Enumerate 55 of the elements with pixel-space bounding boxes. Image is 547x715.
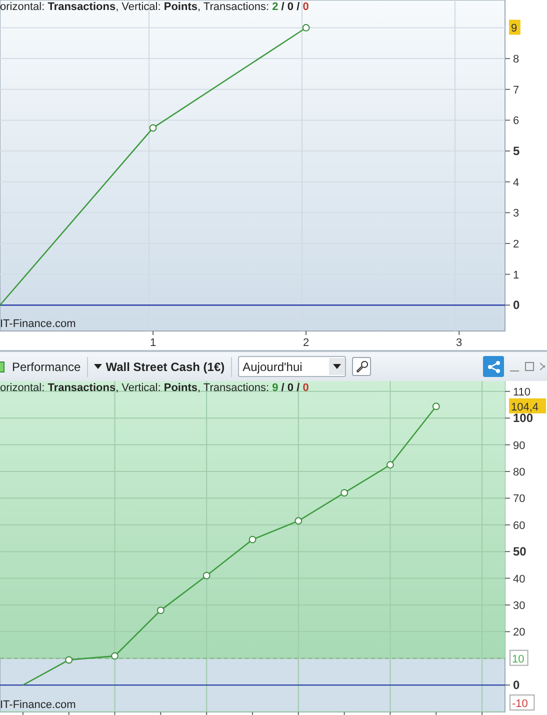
caret-icon: [332, 364, 341, 369]
axis-label: 3: [513, 208, 520, 220]
axis-label: 70: [513, 493, 526, 506]
axis-label: -10: [510, 694, 535, 710]
y-tick-label: -10: [512, 698, 528, 710]
axis-label: 100: [513, 411, 534, 426]
settings-button[interactable]: [352, 357, 371, 376]
axis-label: 4: [513, 176, 520, 189]
copyright-text: IT-Finance.com: [0, 698, 76, 712]
axis-label: 90: [513, 440, 526, 452]
value-label: 104,4: [509, 398, 546, 414]
data-point: [302, 24, 310, 32]
candlestick-icon: [0, 360, 6, 374]
axis-label: 60: [513, 520, 526, 532]
axis-label: 3: [456, 337, 462, 349]
axis-label: 5: [513, 144, 520, 158]
axis-label: 30: [513, 600, 526, 612]
axis-label: 40: [513, 573, 526, 586]
caret-icon: [94, 364, 102, 369]
data-point: [156, 606, 164, 614]
copyright-text: IT-Finance.com: [0, 317, 76, 331]
chart-type-label[interactable]: Performance: [12, 358, 81, 376]
axis-label: 2: [513, 238, 520, 250]
share-icon: [486, 360, 500, 374]
axis-label: 7: [513, 84, 520, 96]
axis-label: 1: [513, 269, 520, 282]
data-point: [386, 461, 394, 469]
axis-label: 10: [510, 650, 528, 666]
data-point: [432, 402, 440, 410]
data-point: [294, 517, 302, 525]
data-point: [111, 652, 118, 660]
axis-label: 2: [303, 337, 310, 349]
maximize-icon[interactable]: [525, 362, 534, 371]
axis-label: 50: [513, 544, 526, 559]
instrument-menu[interactable]: Wall Street Cash (1€): [94, 358, 225, 376]
axis-label: 0: [513, 298, 520, 312]
data-point: [65, 656, 73, 664]
axis-label: 6: [513, 115, 520, 128]
close-icon[interactable]: [540, 362, 545, 371]
axis-label: 110: [513, 386, 531, 398]
data-point: [149, 124, 157, 132]
data-point: [340, 489, 348, 497]
share-button[interactable]: [483, 356, 504, 377]
value-label: 9: [509, 20, 520, 35]
axis-label: 20: [513, 626, 526, 639]
y-tick-label: 10: [512, 653, 524, 666]
data-point: [202, 572, 210, 580]
chart-caption: orizontal: Transactions, Vertical: Points, Transactions: 9 / 0 / 0: [0, 381, 309, 395]
period-select[interactable]: Aujourd'hui: [238, 356, 346, 377]
axis-label: 1: [150, 337, 156, 349]
axis-label: 80: [513, 466, 526, 478]
axis-label: 0: [513, 678, 520, 692]
chart-caption: orizontal: Transactions, Vertical: Points, Transactions: 2 / 0 / 0: [0, 0, 309, 14]
data-point: [248, 536, 256, 544]
axis-label: 8: [513, 54, 520, 66]
